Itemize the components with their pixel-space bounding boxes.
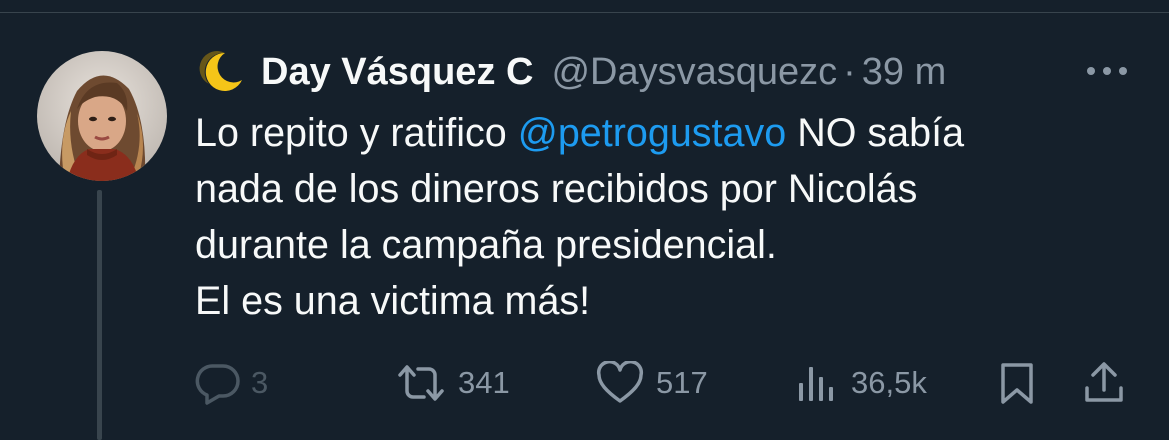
tweet-timestamp[interactable]: 39 m: [862, 51, 946, 94]
tweet-header: Day Vásquez C @Daysvasquezc · 39 m: [195, 46, 946, 98]
tweet-text-line-4: El es una victima más!: [195, 279, 591, 323]
retweet-icon: [398, 365, 444, 401]
top-divider: [0, 12, 1169, 13]
text-segment: NO sabía: [786, 111, 965, 155]
bookmark-button[interactable]: [997, 355, 1037, 411]
tweet-text-line-1: Lo repito y ratifico @petrogustavo NO sa…: [195, 105, 1135, 161]
share-icon: [1085, 362, 1123, 402]
reply-button[interactable]: 3: [193, 355, 268, 411]
views-button[interactable]: 36,5k: [795, 355, 927, 411]
heart-icon: [596, 361, 644, 403]
crescent-moon-icon: [195, 50, 247, 94]
mention-link[interactable]: @petrogustavo: [518, 111, 786, 155]
retweet-count: 341: [458, 365, 510, 400]
separator-dot: ·: [843, 50, 856, 93]
more-options-icon[interactable]: [1082, 60, 1132, 82]
reply-icon: [195, 364, 240, 405]
bookmark-icon: [1001, 363, 1033, 404]
author-handle[interactable]: @Daysvasquezc: [551, 51, 837, 94]
tweet-text: Lo repito y ratifico @petrogustavo NO sa…: [195, 105, 1135, 329]
tweet-text-line-3: durante la campaña presidencial.: [195, 223, 777, 267]
like-button[interactable]: 517: [596, 355, 708, 411]
avatar[interactable]: [37, 51, 167, 181]
reply-count: 3: [251, 365, 269, 400]
avatar-image: [37, 51, 167, 181]
like-count: 517: [656, 365, 708, 400]
text-segment: Lo repito y ratifico: [195, 111, 518, 155]
share-button[interactable]: [1082, 355, 1126, 411]
retweet-button[interactable]: 341: [396, 355, 510, 411]
views-count: 36,5k: [851, 365, 927, 400]
author-display-name[interactable]: Day Vásquez C: [261, 51, 533, 94]
tweet-actions: 3 341 517 36,5k: [0, 355, 1169, 411]
tweet-text-line-2: nada de los dineros recibidos por Nicolá…: [195, 167, 918, 211]
analytics-icon: [799, 367, 833, 401]
